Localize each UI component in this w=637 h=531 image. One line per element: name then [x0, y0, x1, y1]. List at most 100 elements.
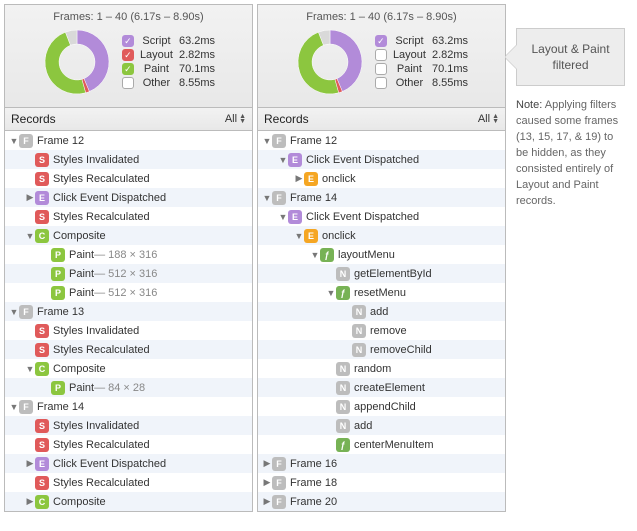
record-row[interactable]: Nrandom	[258, 359, 505, 378]
record-row[interactable]: SStyles Recalculated	[5, 435, 252, 454]
disclosure-triangle-icon[interactable]: ▼	[25, 364, 35, 374]
disclosure-triangle-icon[interactable]: ▼	[9, 402, 19, 412]
legend-checkbox-script[interactable]: ✓	[122, 35, 134, 47]
record-row[interactable]: PPaint — 188 × 316	[5, 245, 252, 264]
records-filter-dropdown[interactable]: All▲▼	[478, 113, 499, 125]
records-title: Records	[11, 112, 56, 126]
record-label: Styles Recalculated	[53, 173, 150, 185]
disclosure-triangle-icon[interactable]: ▶	[25, 496, 35, 507]
record-row[interactable]: ▼CComposite	[5, 359, 252, 378]
legend-name-script: Script	[140, 35, 173, 47]
record-row[interactable]: ƒcenterMenuItem	[258, 435, 505, 454]
record-row[interactable]: Nremove	[258, 321, 505, 340]
legend-checkbox-other[interactable]	[375, 77, 387, 89]
record-row[interactable]: ▼Eonclick	[258, 226, 505, 245]
record-type-icon: N	[352, 324, 366, 338]
legend-checkbox-paint[interactable]	[375, 63, 387, 75]
record-row[interactable]: ▶FFrame 20	[258, 492, 505, 511]
disclosure-triangle-icon[interactable]: ▼	[9, 136, 19, 146]
record-row[interactable]: SStyles Recalculated	[5, 169, 252, 188]
disclosure-triangle-icon[interactable]: ▶	[25, 192, 35, 203]
frames-range-title: Frames: 1 – 40 (6.17s – 8.90s)	[5, 11, 252, 23]
records-section-bar: Records All▲▼	[5, 108, 252, 131]
record-row[interactable]: Nadd	[258, 416, 505, 435]
record-row[interactable]: ▶EClick Event Dispatched	[5, 188, 252, 207]
panel-header: Frames: 1 – 40 (6.17s – 8.90s)✓Script63.…	[258, 5, 505, 108]
record-type-icon: S	[35, 324, 49, 338]
disclosure-triangle-icon[interactable]: ▶	[262, 458, 272, 469]
record-label: Click Event Dispatched	[306, 154, 419, 166]
record-row[interactable]: SStyles Recalculated	[5, 473, 252, 492]
legend-checkbox-paint[interactable]: ✓	[122, 63, 134, 75]
disclosure-triangle-icon[interactable]: ▼	[262, 136, 272, 146]
record-type-icon: E	[35, 457, 49, 471]
disclosure-triangle-icon[interactable]: ▶	[262, 477, 272, 488]
record-row[interactable]: SStyles Invalidated	[5, 416, 252, 435]
record-label: appendChild	[354, 401, 416, 413]
legend-checkbox-script[interactable]: ✓	[375, 35, 387, 47]
record-row[interactable]: Nadd	[258, 302, 505, 321]
row-detail: — 188 × 316	[94, 249, 157, 261]
record-row[interactable]: NgetElementById	[258, 264, 505, 283]
records-tree[interactable]: ▼FFrame 12▼EClick Event Dispatched▶Eoncl…	[258, 131, 505, 511]
disclosure-triangle-icon[interactable]: ▶	[25, 458, 35, 469]
record-row[interactable]: ▶Eonclick	[258, 169, 505, 188]
record-row[interactable]: ▼FFrame 14	[5, 397, 252, 416]
record-row[interactable]: PPaint — 512 × 316	[5, 283, 252, 302]
record-row[interactable]: ▶FFrame 16	[258, 454, 505, 473]
legend-checkbox-layout[interactable]	[375, 49, 387, 61]
legend-checkbox-other[interactable]	[122, 77, 134, 89]
record-type-icon: F	[272, 134, 286, 148]
record-row[interactable]: SStyles Invalidated	[5, 321, 252, 340]
disclosure-triangle-icon[interactable]: ▼	[310, 250, 320, 260]
disclosure-triangle-icon[interactable]: ▶	[262, 496, 272, 507]
record-label: getElementById	[354, 268, 432, 280]
row-detail: — 512 × 316	[94, 268, 157, 280]
record-row[interactable]: NremoveChild	[258, 340, 505, 359]
records-filter-dropdown[interactable]: All▲▼	[225, 113, 246, 125]
record-row[interactable]: ▶EClick Event Dispatched	[5, 454, 252, 473]
record-type-icon: ƒ	[320, 248, 334, 262]
record-label: Paint	[69, 382, 94, 394]
record-type-icon: C	[35, 495, 49, 509]
record-row[interactable]: ▼FFrame 12	[5, 131, 252, 150]
record-type-icon: F	[19, 134, 33, 148]
record-type-icon: N	[352, 305, 366, 319]
record-row[interactable]: ▼EClick Event Dispatched	[258, 150, 505, 169]
disclosure-triangle-icon[interactable]: ▼	[278, 212, 288, 222]
disclosure-triangle-icon[interactable]: ▼	[294, 231, 304, 241]
record-row[interactable]: ▼FFrame 13	[5, 302, 252, 321]
record-row[interactable]: NappendChild	[258, 397, 505, 416]
records-tree[interactable]: ▼FFrame 12SStyles InvalidatedSStyles Rec…	[5, 131, 252, 511]
note-body: Applying filters caused some frames (13,…	[516, 99, 618, 207]
record-row[interactable]: SStyles Invalidated	[5, 150, 252, 169]
record-row[interactable]: ▼ƒlayoutMenu	[258, 245, 505, 264]
record-row[interactable]: SStyles Recalculated	[5, 207, 252, 226]
note-label: Note:	[516, 99, 542, 111]
record-type-icon: N	[336, 362, 350, 376]
disclosure-triangle-icon[interactable]: ▼	[326, 288, 336, 298]
disclosure-triangle-icon[interactable]: ▶	[294, 173, 304, 184]
record-label: remove	[370, 325, 407, 337]
record-row[interactable]: ▶FFrame 18	[258, 473, 505, 492]
record-row[interactable]: PPaint — 512 × 316	[5, 264, 252, 283]
record-row[interactable]: ▼CComposite	[5, 226, 252, 245]
legend-value-script: 63.2ms	[179, 35, 215, 47]
record-row[interactable]: ▼FFrame 14	[258, 188, 505, 207]
disclosure-triangle-icon[interactable]: ▼	[278, 155, 288, 165]
disclosure-triangle-icon[interactable]: ▼	[25, 231, 35, 241]
record-type-icon: S	[35, 419, 49, 433]
disclosure-triangle-icon[interactable]: ▼	[9, 307, 19, 317]
record-row[interactable]: ▼FFrame 12	[258, 131, 505, 150]
disclosure-triangle-icon[interactable]: ▼	[262, 193, 272, 203]
legend-checkbox-layout[interactable]: ✓	[122, 49, 134, 61]
record-row[interactable]: PPaint — 84 × 28	[5, 378, 252, 397]
record-row[interactable]: ▼EClick Event Dispatched	[258, 207, 505, 226]
record-row[interactable]: ▶CComposite	[5, 492, 252, 511]
record-row[interactable]: NcreateElement	[258, 378, 505, 397]
legend-value-paint: 70.1ms	[179, 63, 215, 75]
stepper-icon: ▲▼	[492, 114, 499, 124]
record-label: onclick	[322, 230, 356, 242]
record-row[interactable]: ▼ƒresetMenu	[258, 283, 505, 302]
record-row[interactable]: SStyles Recalculated	[5, 340, 252, 359]
